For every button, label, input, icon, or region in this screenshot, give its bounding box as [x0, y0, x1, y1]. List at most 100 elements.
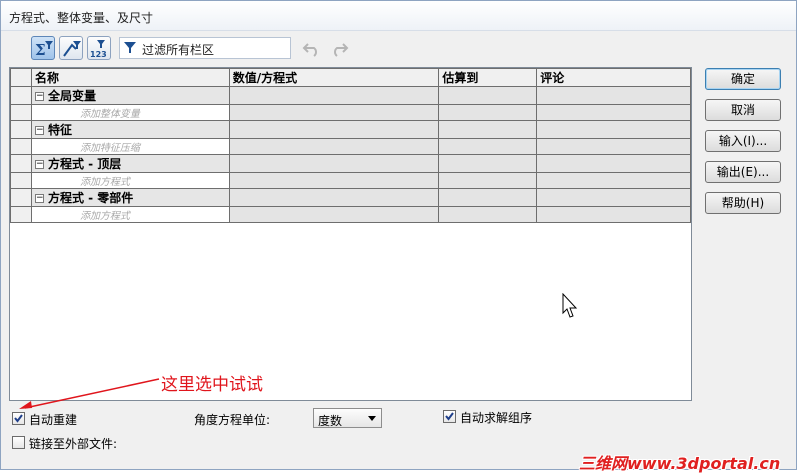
- cell: [438, 138, 538, 155]
- mouse-cursor-icon: [562, 293, 578, 318]
- row-header[interactable]: [10, 86, 32, 105]
- group-global-variables[interactable]: − 全局变量: [30, 86, 230, 105]
- cell: [228, 86, 440, 105]
- link-external-checkbox[interactable]: [12, 436, 25, 449]
- row-header[interactable]: [10, 154, 32, 173]
- ok-button[interactable]: 确定: [705, 68, 781, 90]
- filter-icon: [124, 42, 136, 53]
- sketch-filter-icon: [63, 41, 81, 57]
- sketch-equation-view-button[interactable]: [59, 36, 83, 60]
- sigma-filter-icon: Σ: [35, 41, 53, 59]
- cell: [438, 154, 538, 173]
- checkmark-icon: [14, 414, 23, 423]
- cell: [228, 172, 440, 189]
- watermark: 三维网www.3dportal.cn: [579, 454, 781, 473]
- redo-icon[interactable]: [329, 38, 349, 58]
- cell: [438, 206, 538, 223]
- angle-unit-value: 度数: [318, 414, 343, 428]
- cell: [536, 138, 691, 155]
- group-row-features: − 特征: [10, 120, 691, 139]
- cell: [536, 172, 691, 189]
- cell: [536, 86, 691, 105]
- auto-solve-checkbox[interactable]: [443, 410, 456, 423]
- equation-view-button[interactable]: Σ: [31, 36, 55, 60]
- auto-solve-label[interactable]: 自动求解组序: [460, 409, 532, 426]
- svg-text:Σ: Σ: [35, 41, 46, 59]
- cancel-button[interactable]: 取消: [705, 99, 781, 121]
- group-features[interactable]: − 特征: [30, 120, 230, 139]
- group-row-global-variables: − 全局变量: [10, 86, 691, 105]
- cell: [438, 104, 538, 121]
- link-external-label[interactable]: 链接至外部文件:: [29, 435, 117, 452]
- add-global-variable-cell[interactable]: 添加整体变量: [30, 104, 230, 121]
- row-header[interactable]: [10, 172, 32, 189]
- add-row: 添加方程式: [10, 206, 691, 223]
- row-header[interactable]: [10, 104, 32, 121]
- auto-rebuild-checkbox[interactable]: [12, 412, 25, 425]
- column-name[interactable]: 名称: [30, 68, 230, 87]
- auto-rebuild-label[interactable]: 自动重建: [29, 411, 77, 428]
- cell: [438, 172, 538, 189]
- group-row-equations-component: − 方程式 - 零部件: [10, 188, 691, 207]
- undo-icon[interactable]: [302, 38, 322, 58]
- column-evaluates-to[interactable]: 估算到: [438, 68, 538, 87]
- filter-input[interactable]: 过滤所有栏区: [119, 37, 291, 59]
- import-button[interactable]: 输入(I)...: [705, 130, 781, 152]
- cell: [438, 120, 538, 139]
- help-button[interactable]: 帮助(H): [705, 192, 781, 214]
- angle-unit-label: 角度方程单位:: [194, 413, 271, 427]
- add-equation-cell[interactable]: 添加方程式: [30, 206, 230, 223]
- svg-text:123: 123: [90, 50, 107, 59]
- collapse-icon[interactable]: −: [34, 194, 44, 203]
- add-row: 添加特征压缩: [10, 138, 691, 155]
- toolbar: Σ 123 过滤所有栏区: [31, 35, 371, 61]
- cell: [438, 188, 538, 207]
- group-equations-component[interactable]: − 方程式 - 零部件: [30, 188, 230, 207]
- column-comment[interactable]: 评论: [536, 68, 691, 87]
- group-label: 特征: [47, 123, 72, 137]
- cell: [536, 120, 691, 139]
- annotation-text: 这里选中试试: [161, 375, 263, 395]
- title-bar: 方程式、整体变量、及尺寸: [1, 1, 796, 31]
- angle-unit-select[interactable]: 度数: [313, 408, 382, 428]
- corner-cell: [10, 68, 32, 87]
- export-button[interactable]: 输出(E)...: [705, 161, 781, 183]
- chevron-down-icon: [368, 416, 376, 421]
- cell: [228, 154, 440, 173]
- cell: [536, 154, 691, 173]
- cell: [536, 104, 691, 121]
- filter-placeholder: 过滤所有栏区: [142, 43, 215, 57]
- row-header[interactable]: [10, 206, 32, 223]
- annotation-arrow-icon: [19, 378, 160, 409]
- add-row: 添加整体变量: [10, 104, 691, 121]
- ordered-filter-icon: 123: [90, 40, 107, 59]
- equations-table: 名称 数值/方程式 估算到 评论 − 全局变量 添加整体变量 − 特征 添加特征…: [10, 68, 691, 223]
- equations-dialog: 方程式、整体变量、及尺寸 Σ 123 过滤所有栏区 名称 数值/方程式 估算到 …: [0, 0, 797, 473]
- dialog-title: 方程式、整体变量、及尺寸: [9, 11, 154, 25]
- add-equation-cell[interactable]: 添加方程式: [30, 172, 230, 189]
- cell: [438, 86, 538, 105]
- collapse-icon[interactable]: −: [34, 92, 44, 101]
- column-value[interactable]: 数值/方程式: [228, 68, 440, 87]
- cell: [536, 206, 691, 223]
- group-equations-top[interactable]: − 方程式 - 顶层: [30, 154, 230, 173]
- group-label: 全局变量: [47, 89, 96, 103]
- cell: [228, 104, 440, 121]
- collapse-icon[interactable]: −: [34, 160, 44, 169]
- cell: [536, 188, 691, 207]
- add-row: 添加方程式: [10, 172, 691, 189]
- row-header[interactable]: [10, 120, 32, 139]
- cell: [228, 206, 440, 223]
- add-feature-suppression-cell[interactable]: 添加特征压缩: [30, 138, 230, 155]
- collapse-icon[interactable]: −: [34, 126, 44, 135]
- cell: [228, 138, 440, 155]
- group-label: 方程式 - 零部件: [47, 191, 134, 205]
- row-header[interactable]: [10, 188, 32, 207]
- header-row: 名称 数值/方程式 估算到 评论: [10, 68, 691, 87]
- row-header[interactable]: [10, 138, 32, 155]
- group-row-equations-top: − 方程式 - 顶层: [10, 154, 691, 173]
- cell: [228, 188, 440, 207]
- ordered-view-button[interactable]: 123: [87, 36, 111, 60]
- cell: [228, 120, 440, 139]
- checkmark-icon: [445, 412, 454, 421]
